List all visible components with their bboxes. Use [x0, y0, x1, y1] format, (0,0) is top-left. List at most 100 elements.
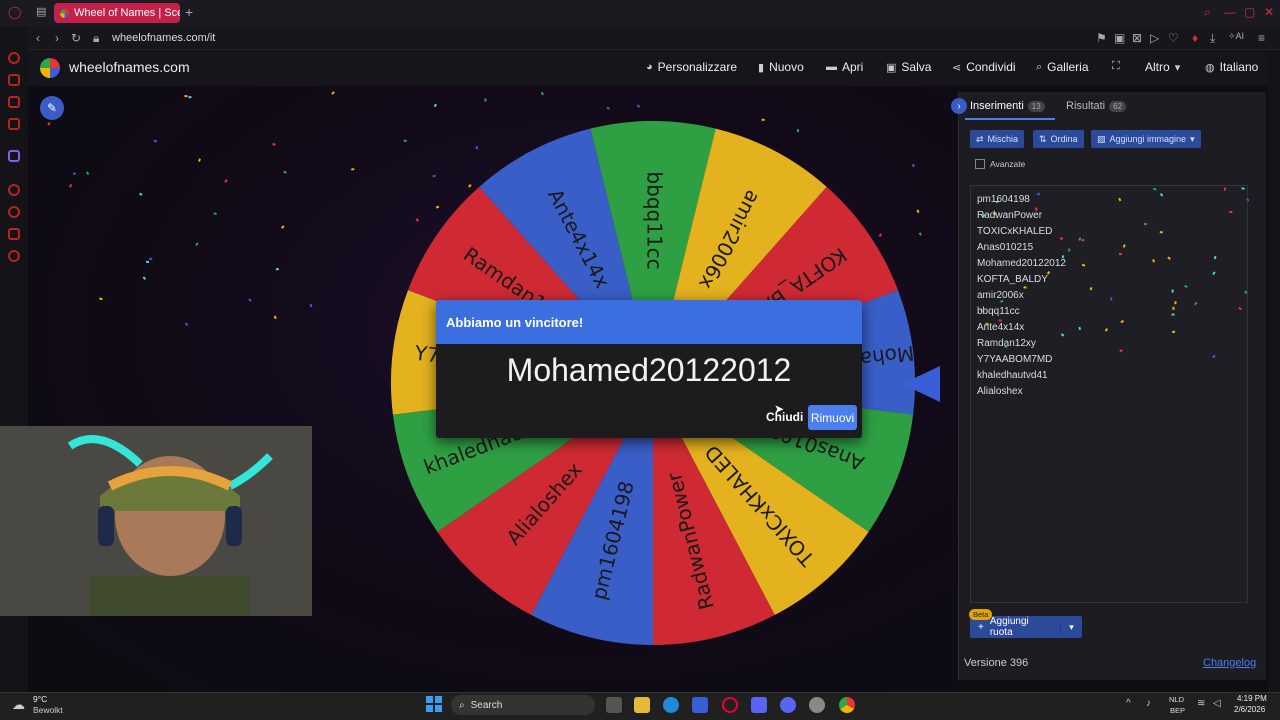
microphone-icon[interactable]: ♪ — [1146, 698, 1151, 709]
cloud-icon[interactable]: ☁ — [12, 697, 25, 713]
menu-icon[interactable]: ≡ — [1258, 31, 1265, 45]
browser-tab-wheel-of-names[interactable]: Wheel of Names | Sceli — [54, 3, 180, 23]
confetti-piece — [85, 171, 90, 175]
shuffle-button[interactable]: ⇄ Mischia — [970, 130, 1025, 148]
weather-temperature[interactable]: 9°C — [33, 694, 47, 704]
menu-share-label: Condividi — [966, 60, 1016, 74]
confetti-piece — [351, 168, 355, 171]
tab-entries[interactable]: Inserimenti 13 — [970, 100, 1045, 112]
edge-icon[interactable] — [663, 697, 679, 713]
play-icon[interactable]: ▷ — [1150, 31, 1159, 45]
task-view-icon[interactable] — [606, 697, 622, 713]
sidebar-twitch-icon[interactable] — [8, 150, 20, 162]
confetti-piece — [1174, 301, 1177, 305]
sidebar-whatsapp-icon[interactable] — [8, 96, 20, 108]
tab-results[interactable]: Risultati 62 — [1066, 100, 1127, 112]
bookmark-icon[interactable]: ⚑ — [1096, 31, 1107, 45]
browser-scrollbar[interactable] — [1268, 50, 1280, 692]
confetti-piece — [1118, 252, 1122, 256]
tab-manager-icon[interactable]: ▤ — [36, 5, 46, 18]
sidebar-messenger-icon[interactable] — [8, 74, 20, 86]
wallet-icon[interactable]: ♦ — [1192, 31, 1198, 45]
address-bar — [28, 26, 1280, 50]
confetti-piece — [145, 260, 150, 264]
close-button[interactable]: Chiudi — [764, 409, 805, 425]
confetti-piece — [69, 184, 73, 188]
keyboard-layout[interactable]: BEP — [1170, 706, 1185, 715]
menu-more[interactable]: Altro ▾ — [1145, 60, 1180, 74]
opera-logo-icon[interactable]: ◯ — [8, 5, 21, 19]
sidebar-aria-icon[interactable] — [8, 52, 20, 64]
keyboard-language[interactable]: NLD — [1169, 695, 1184, 704]
menu-share[interactable]: ⋖ Condividi — [952, 60, 1016, 74]
forward-icon[interactable]: › — [55, 31, 59, 45]
confetti-piece — [1213, 255, 1217, 260]
heart-icon[interactable]: ♡ — [1168, 31, 1179, 45]
menu-save[interactable]: ▣ Salva — [886, 60, 931, 74]
confetti-piece — [1118, 197, 1122, 202]
search-icon[interactable]: ⌕ — [1204, 5, 1211, 20]
sort-label: Ordina — [1050, 134, 1078, 144]
confetti-piece — [1167, 256, 1171, 260]
plus-icon: + — [978, 621, 984, 633]
confetti-piece — [184, 322, 189, 326]
add-wheel-dropdown-icon[interactable]: ▾ — [1060, 621, 1082, 633]
reload-icon[interactable]: ↻ — [71, 31, 81, 45]
back-icon[interactable]: ‹ — [36, 31, 40, 45]
menu-language[interactable]: ◍ Italiano — [1205, 60, 1258, 74]
ai-icon[interactable]: ✧AI — [1228, 31, 1244, 42]
file-icon: ▮ — [758, 61, 765, 74]
discord-app-icon[interactable] — [751, 697, 767, 713]
streamer-figure — [0, 426, 312, 616]
clock-time[interactable]: 4:19 PM — [1237, 694, 1267, 703]
url-field[interactable]: wheelofnames.com/it — [112, 32, 215, 44]
menu-gallery[interactable]: ⌕ Galleria — [1036, 60, 1089, 74]
sort-icon: ⇅ — [1039, 133, 1047, 144]
maximize-icon[interactable]: ▢ — [1244, 5, 1255, 19]
taskbar-search[interactable]: ⌕ Search — [451, 695, 595, 715]
list-item: khaledhautvd41 — [977, 370, 1048, 381]
globe-icon: ◍ — [1205, 61, 1215, 74]
opera-gx-icon[interactable] — [722, 697, 738, 713]
menu-gallery-label: Galleria — [1047, 60, 1089, 74]
close-window-icon[interactable]: ✕ — [1264, 5, 1274, 19]
confetti-piece — [1171, 330, 1176, 334]
remove-button[interactable]: Rimuovi — [808, 405, 857, 430]
site-name[interactable]: wheelofnames.com — [69, 59, 190, 75]
changelog-link[interactable]: Changelog — [1203, 657, 1256, 669]
menu-open[interactable]: ▬ Apri — [826, 60, 863, 74]
menu-customize[interactable]: ◕ Personalizzare — [646, 60, 737, 74]
site-logo[interactable] — [40, 58, 60, 78]
adblock-icon[interactable]: ⊠ — [1132, 31, 1142, 45]
sidebar-settings-icon[interactable] — [8, 250, 20, 262]
edit-pencil-button[interactable]: ✎ — [40, 96, 64, 120]
fullscreen-button[interactable]: ⛶ — [1112, 60, 1120, 73]
file-explorer-icon[interactable] — [634, 697, 650, 713]
tray-chevron-icon[interactable]: ^ — [1126, 698, 1131, 709]
windows-start-icon[interactable] — [426, 696, 442, 712]
obs-icon[interactable] — [809, 697, 825, 713]
sidebar-discord-icon[interactable] — [8, 118, 20, 130]
sidebar-extensions-icon[interactable] — [8, 228, 20, 240]
weather-condition[interactable]: Bewolkt — [33, 705, 63, 715]
new-tab-button[interactable]: + — [185, 4, 193, 20]
sort-button[interactable]: ⇅ Ordina — [1033, 130, 1084, 148]
chrome-icon[interactable] — [839, 697, 855, 713]
menu-new[interactable]: ▮ Nuovo — [758, 60, 804, 74]
minimize-icon[interactable]: — — [1224, 5, 1236, 19]
discord-badge-icon[interactable] — [780, 697, 796, 713]
download-icon[interactable]: ⤓ — [1210, 31, 1215, 46]
collapse-panel-button[interactable]: › — [951, 98, 967, 114]
add-image-button[interactable]: ▨ Aggiungi immagine ▾ — [1091, 130, 1201, 148]
confetti-piece — [1078, 326, 1082, 331]
confetti-piece — [1229, 210, 1233, 213]
advanced-checkbox[interactable] — [975, 159, 985, 169]
snapshot-icon[interactable]: ▣ — [1114, 31, 1125, 45]
wifi-icon[interactable]: ≋ — [1197, 698, 1205, 709]
clock-date[interactable]: 2/6/2026 — [1234, 705, 1265, 714]
store-icon[interactable] — [692, 697, 708, 713]
sidebar-player-icon[interactable] — [8, 184, 20, 196]
volume-icon[interactable]: ◁ — [1213, 698, 1221, 709]
sidebar-history-icon[interactable] — [8, 206, 20, 218]
list-item: amir2006x — [977, 290, 1024, 301]
